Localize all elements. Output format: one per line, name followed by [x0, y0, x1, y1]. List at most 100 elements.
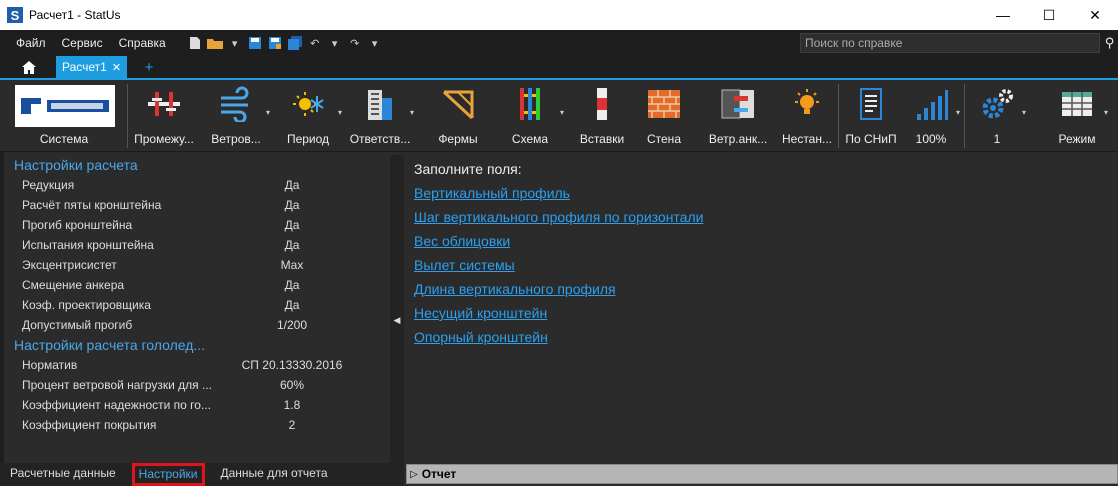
menu-help[interactable]: Справка — [111, 36, 174, 50]
dropdown-icon[interactable]: ▾ — [226, 34, 244, 52]
dropdown-arrow-icon[interactable]: ▾ — [410, 108, 414, 117]
link-vertical-profile[interactable]: Вертикальный профиль — [414, 181, 1118, 205]
sun-snow-icon — [293, 92, 324, 116]
ribbon-trusses[interactable]: Фермы — [422, 80, 494, 152]
link-profile-step[interactable]: Шаг вертикального профиля по горизонтали — [414, 205, 1118, 229]
title-bar: S Расчет1 - StatUs — ☐ ✕ — [0, 0, 1118, 30]
minimize-button[interactable]: — — [980, 0, 1026, 30]
report-label: Отчет — [421, 467, 457, 481]
ribbon-scheme[interactable]: Схема ▾ — [494, 80, 566, 152]
ribbon-label: Период — [286, 132, 330, 146]
menu-service[interactable]: Сервис — [54, 36, 111, 50]
ribbon-wind-anchor[interactable]: Ветр.анк... — [700, 80, 776, 152]
scheme-icon — [520, 88, 540, 120]
help-search-input[interactable]: Поиск по справке — [800, 33, 1100, 53]
section-calc-settings[interactable]: Настройки расчета — [4, 155, 387, 175]
link-profile-length[interactable]: Длина вертикального профиля — [414, 277, 1118, 301]
tab-label: Расчет1 — [62, 60, 107, 74]
open-folder-icon[interactable] — [206, 34, 224, 52]
property-value[interactable]: 1.8 — [222, 398, 362, 412]
property-row[interactable]: Испытания кронштейна Да — [4, 235, 387, 255]
ribbon-mode[interactable]: Режим ▾ — [1044, 80, 1110, 152]
redo-icon[interactable]: ↷ — [346, 34, 364, 52]
property-row[interactable]: Редукция Да — [4, 175, 387, 195]
property-value[interactable]: Да — [222, 178, 362, 192]
property-value[interactable]: Да — [222, 198, 362, 212]
dropdown-arrow-icon[interactable]: ▾ — [1022, 108, 1026, 117]
property-name: Допустимый прогиб — [22, 318, 133, 332]
property-value[interactable]: 1/200 — [222, 318, 362, 332]
ribbon-wind[interactable]: Ветров... ▾ — [200, 80, 272, 152]
tab-calc-data[interactable]: Расчетные данные — [0, 463, 126, 486]
property-row[interactable]: Коэффициент покрытия 2 — [4, 415, 387, 435]
ribbon-label: Ответств... — [349, 132, 411, 146]
save-as-icon[interactable] — [266, 34, 284, 52]
ribbon-label: Схема — [511, 132, 549, 146]
maximize-button[interactable]: ☐ — [1026, 0, 1072, 30]
fill-fields-title: Заполните поля: — [414, 161, 522, 177]
link-support-bracket[interactable]: Опорный кронштейн — [414, 325, 1118, 349]
property-name: Смещение анкера — [22, 278, 125, 292]
add-tab-button[interactable]: + — [137, 56, 161, 78]
property-row[interactable]: Коэф. проектировщика Да — [4, 295, 387, 315]
ribbon-label: Ветров... — [211, 132, 261, 146]
property-row[interactable]: Расчёт пяты кронштейна Да — [4, 195, 387, 215]
ribbon-period[interactable]: Период ▾ — [272, 80, 344, 152]
property-value[interactable]: Да — [222, 238, 362, 252]
section-ice-settings[interactable]: Настройки расчета гололед... — [4, 335, 387, 355]
collapse-left-icon[interactable]: ◀ — [394, 315, 401, 326]
property-name: Коэффициент покрытия — [22, 418, 157, 432]
ribbon-responsibility[interactable]: Ответств... ▾ — [344, 80, 416, 152]
link-cladding-weight[interactable]: Вес облицовки — [414, 229, 1118, 253]
undo-dropdown-icon[interactable]: ▾ — [326, 34, 344, 52]
expand-icon[interactable]: ▷ — [410, 469, 418, 480]
dropdown-arrow-icon[interactable]: ▾ — [956, 108, 960, 117]
tab-close-icon[interactable]: ✕ — [112, 61, 121, 74]
link-load-bracket[interactable]: Несущий кронштейн — [414, 301, 1118, 325]
property-value[interactable]: Max — [222, 258, 362, 272]
property-value[interactable]: СП 20.13330.2016 — [222, 358, 362, 372]
tab-raschet1[interactable]: Расчет1 ✕ — [56, 56, 128, 78]
save-icon[interactable] — [246, 34, 264, 52]
tab-settings[interactable]: Настройки — [131, 463, 205, 486]
ribbon-settings-count[interactable]: 1 ▾ — [966, 80, 1028, 152]
property-row[interactable]: Допустимый прогиб 1/200 — [4, 315, 387, 335]
ribbon-wall[interactable]: Стена — [628, 80, 700, 152]
dropdown-arrow-icon[interactable]: ▾ — [266, 108, 270, 117]
ukon-logo-icon — [15, 85, 115, 127]
close-button[interactable]: ✕ — [1072, 0, 1118, 30]
ribbon-by-snip[interactable]: По СНиП — [840, 80, 902, 152]
undo-icon[interactable]: ↶ — [306, 34, 324, 52]
tab-report-data[interactable]: Данные для отчета — [211, 463, 338, 486]
home-icon[interactable] — [12, 56, 46, 78]
property-value[interactable]: Да — [222, 298, 362, 312]
redo-dropdown-icon[interactable]: ▾ — [366, 34, 384, 52]
dropdown-arrow-icon[interactable]: ▾ — [338, 108, 342, 117]
property-row[interactable]: Прогиб кронштейна Да — [4, 215, 387, 235]
menu-file[interactable]: Файл — [8, 36, 54, 50]
ribbon-nonstandard[interactable]: Нестан... — [776, 80, 838, 152]
property-row[interactable]: Смещение анкера Да — [4, 275, 387, 295]
report-section[interactable]: ▷ Отчет — [406, 464, 1118, 484]
dropdown-arrow-icon[interactable]: ▾ — [1104, 108, 1108, 117]
property-name: Эксцентрисистет — [22, 258, 117, 272]
save-all-icon[interactable] — [286, 34, 304, 52]
property-value[interactable]: Да — [222, 278, 362, 292]
new-file-icon[interactable] — [186, 34, 204, 52]
search-icon[interactable]: ⚲ — [1101, 33, 1118, 53]
ribbon-system[interactable]: Система — [0, 80, 128, 152]
property-value[interactable]: 60% — [222, 378, 362, 392]
ribbon-toolbar: Система Промежу... Ветров... ▾ Период ▾ — [0, 80, 1118, 152]
ribbon-label: Ветр.анк... — [708, 132, 768, 146]
property-value[interactable]: 2 — [222, 418, 362, 432]
dropdown-arrow-icon[interactable]: ▾ — [560, 108, 564, 117]
ribbon-intermediate[interactable]: Промежу... — [128, 80, 200, 152]
panel-splitter[interactable]: ◀ — [390, 155, 404, 486]
ribbon-zoom[interactable]: 100% ▾ — [900, 80, 962, 152]
property-row[interactable]: Эксцентрисистет Max — [4, 255, 387, 275]
property-row[interactable]: Норматив СП 20.13330.2016 — [4, 355, 387, 375]
property-row[interactable]: Процент ветровой нагрузки для ... 60% — [4, 375, 387, 395]
link-system-offset[interactable]: Вылет системы — [414, 253, 1118, 277]
property-row[interactable]: Коэффициент надежности по го... 1.8 — [4, 395, 387, 415]
property-value[interactable]: Да — [222, 218, 362, 232]
